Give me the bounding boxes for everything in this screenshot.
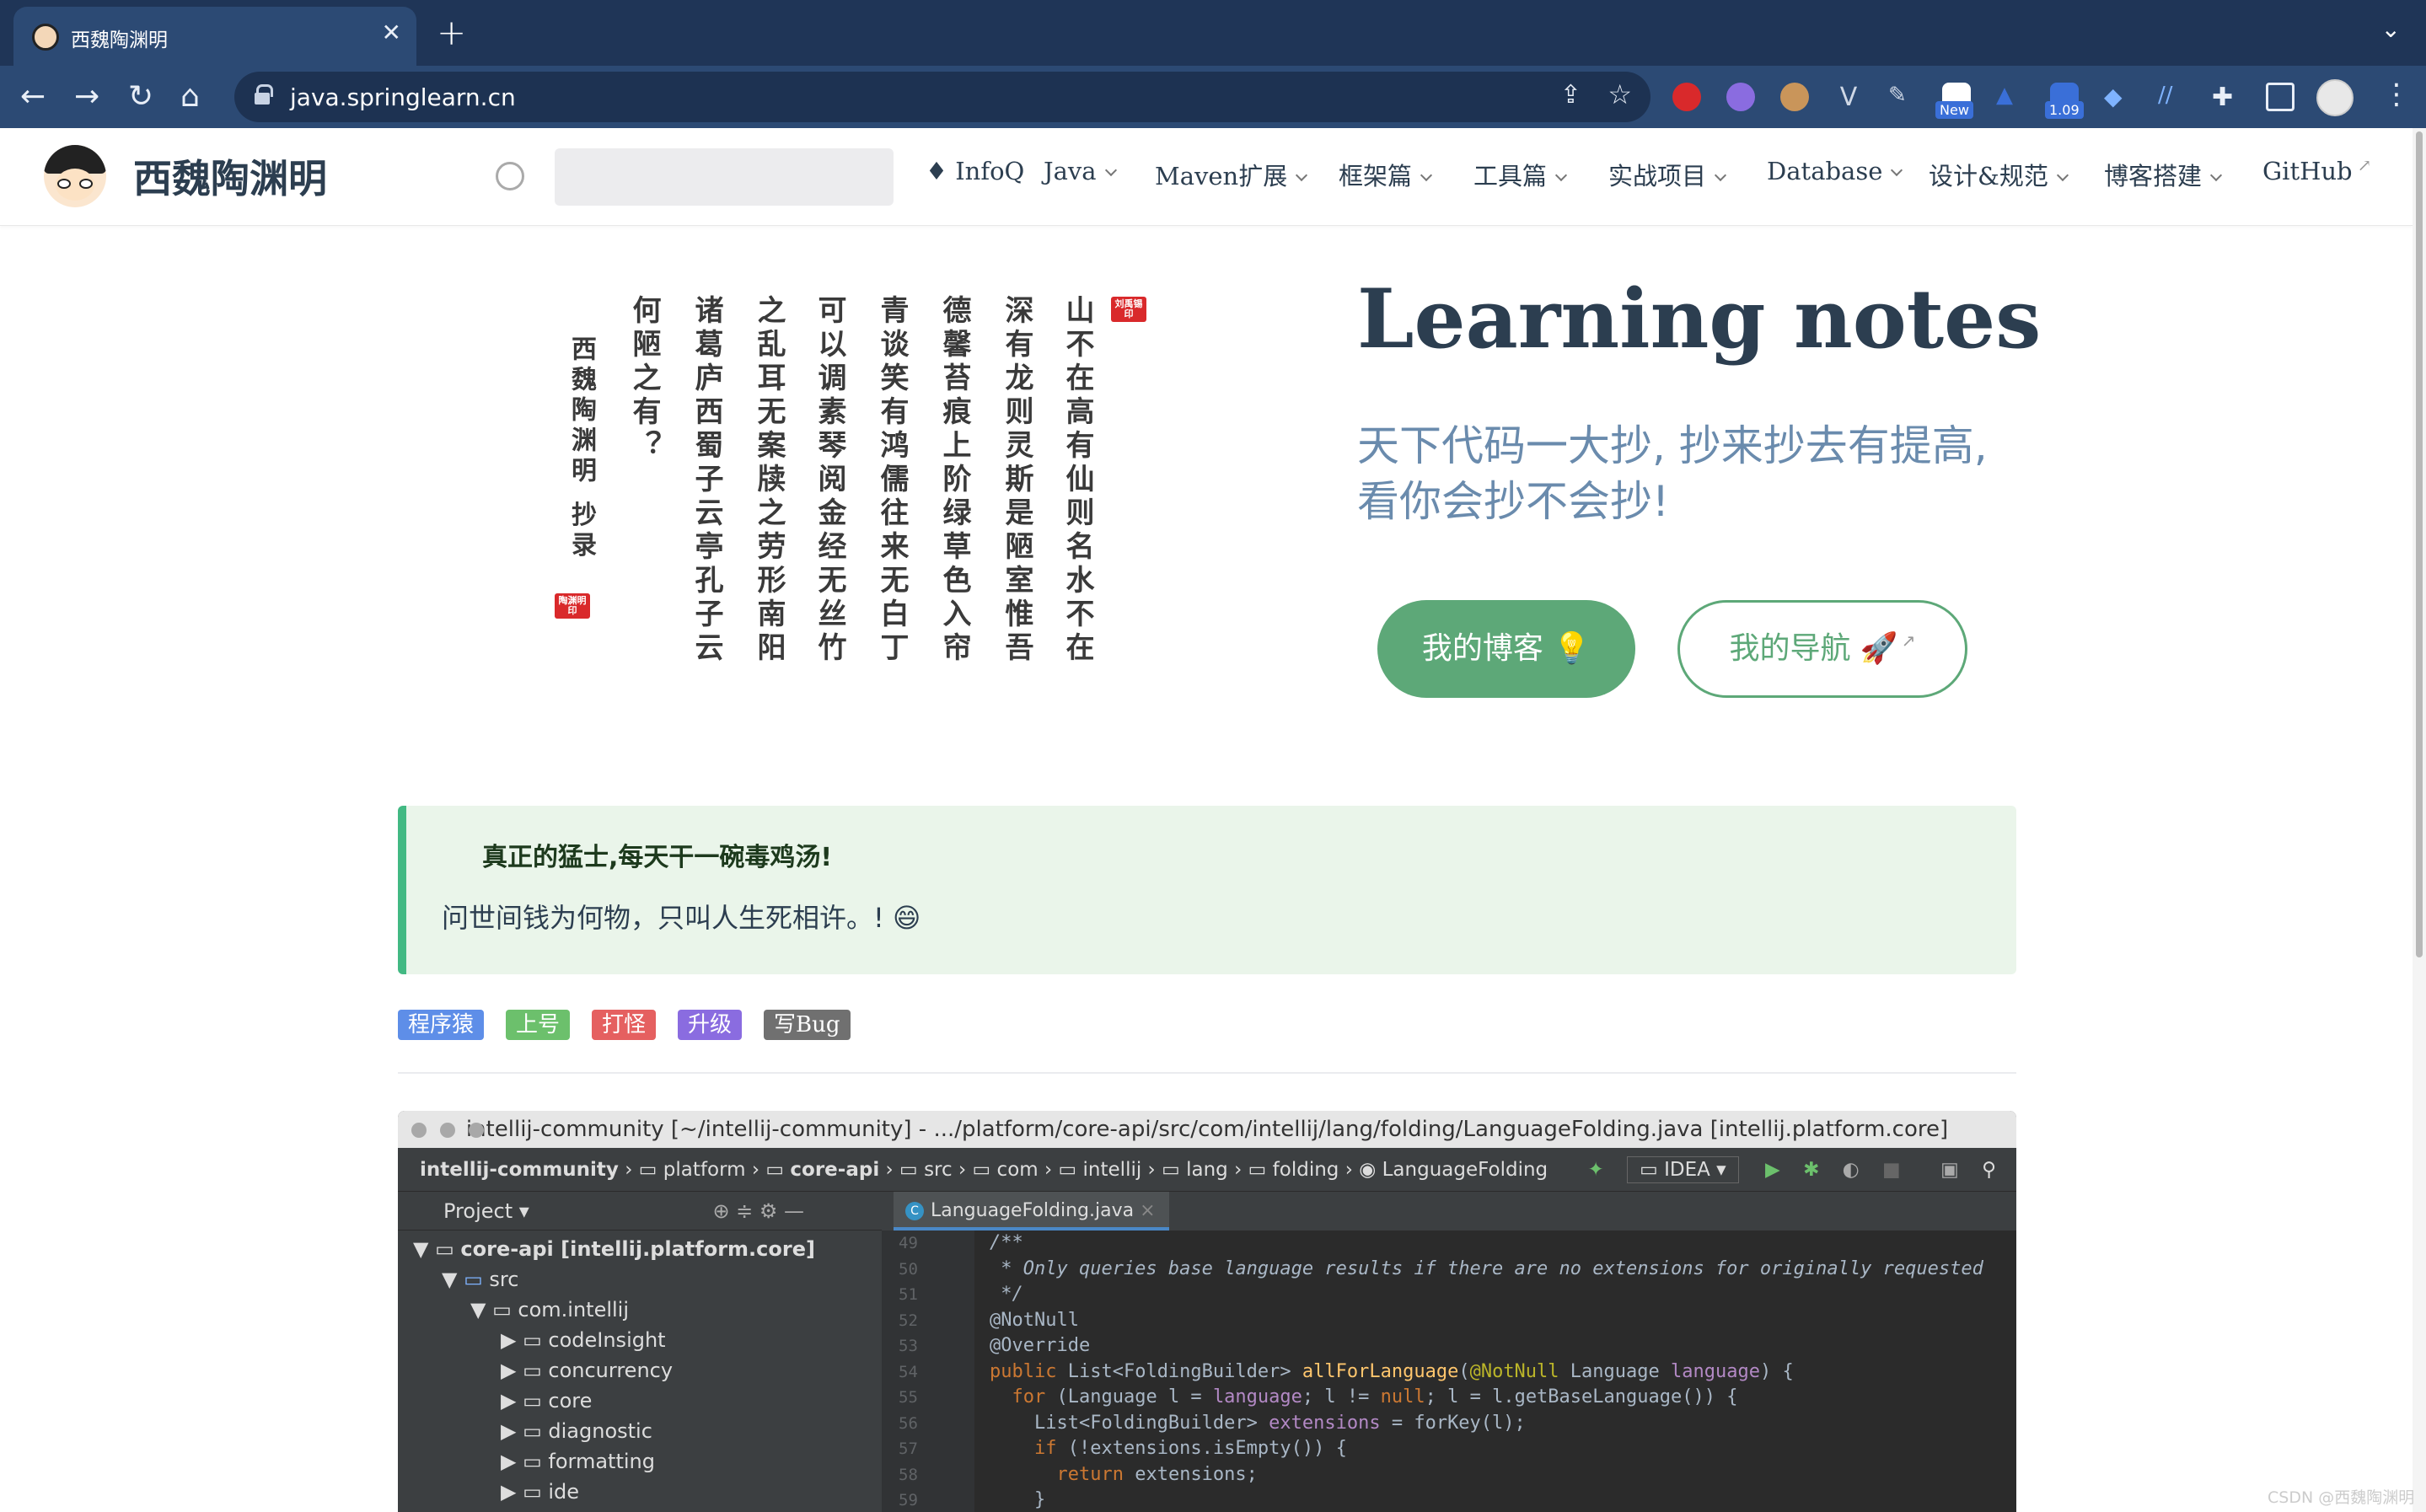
bookmark-star-icon[interactable]: ☆ [1607,78,1632,110]
new-tab-button[interactable]: + [437,12,466,53]
hero-subtitle: 天下代码一大抄, 抄来抄去有提高, 看你会抄不会抄! [1357,421,1988,526]
hero-title: Learning notes [1357,271,2042,367]
chevron-down-icon [1296,169,1308,182]
tag-badge: 写Bug [764,1010,851,1040]
poem-column: 之乱耳无案牍之劳形南阳 [752,295,786,666]
tag-badge: 上号 [506,1010,571,1040]
lock-icon[interactable] [255,84,273,105]
chevron-down-icon [2056,169,2069,182]
extension-slash-icon[interactable]: // [2158,83,2187,111]
ide-line-gutter: 49 50 51 52 53 54 55 56 57 58 59 [882,1231,974,1512]
extension-icon-purple[interactable] [1726,83,1755,111]
nav-github[interactable]: GitHub ↗ [2262,155,2372,185]
nav-projects[interactable]: 实战项目 [1608,157,1727,192]
tag-badge: 升级 [678,1010,743,1040]
site-logo-avatar[interactable] [44,145,106,207]
profile-avatar[interactable] [2316,79,2354,116]
browser-tab-bar: 西魏陶渊明 ✕ + ⌄ [0,0,2426,66]
url-text[interactable]: java.springlearn.cn [290,83,516,111]
version-badge: 1.09 [2045,101,2084,119]
close-tab-icon[interactable]: ✕ [382,19,401,46]
diamond-extension-icon[interactable]: ◆ [2104,83,2133,111]
search-input[interactable] [555,148,894,206]
poem-column: 德馨苔痕上阶绿草色入帘 [937,295,971,666]
side-panel-icon[interactable] [2266,83,2295,111]
extension-mountain-icon[interactable]: ▲ [1996,83,2025,111]
address-bar[interactable]: java.springlearn.cn ⇪ ☆ [234,72,1650,122]
chevron-down-icon [1420,169,1433,182]
tag-badge: 打怪 [592,1010,657,1040]
scrollbar-thumb[interactable] [2416,131,2423,957]
my-blog-button[interactable]: 我的博客 💡 [1377,600,1635,698]
ide-editor-tabs: C LanguageFolding.java × [882,1192,2016,1231]
chevron-down-icon [2209,169,2223,182]
home-button[interactable]: ⌂ [180,79,200,114]
ide-code-editor: /** * Only queries base language results… [974,1231,2016,1512]
nav-infoq[interactable]: ♦ InfoQ [926,157,1024,185]
site-navbar: 西魏陶渊明 ♦ InfoQ Java Maven扩展 框架篇 工具篇 实战项目 … [0,128,2413,226]
forward-button[interactable]: → [74,79,99,114]
ide-screenshot-image: intellij-community [~/intellij-community… [398,1111,2016,1512]
seal-stamp-bottom: 陶渊明印 [555,593,590,619]
eyedropper-extension-icon[interactable]: ✎ [1888,83,1917,111]
chevron-down-icon [1714,169,1727,182]
theme-toggle-icon[interactable] [496,162,524,190]
poem-column: 深有龙则灵斯是陋室惟吾 [1000,295,1033,666]
nav-framework[interactable]: 框架篇 [1339,157,1433,192]
tag-badge: 程序猿 [398,1010,485,1040]
nav-java[interactable]: Java [1044,157,1117,185]
browser-tab[interactable]: 西魏陶渊明 ✕ [13,7,416,66]
vue-devtools-icon[interactable]: V [1834,83,1863,112]
favicon-icon [32,24,59,51]
nav-maven[interactable]: Maven扩展 [1155,157,1308,192]
nav-database[interactable]: Database [1767,157,1903,185]
ide-breadcrumb: intellij-community › ▭ platform › ▭ core… [398,1148,2016,1192]
external-link-icon: ↗ [2357,155,2372,175]
poem-signature: 西魏陶渊明 抄录 [566,335,596,562]
poem-column: 山不在高有仙则名水不在 [1060,295,1094,666]
csdn-watermark: CSDN @西魏陶渊明 [2268,1488,2415,1507]
browser-toolbar: ← → ↻ ⌂ java.springlearn.cn ⇪ ☆ V ✎ New … [0,66,2426,128]
poem-column: 青谈笑有鸿儒往来无白丁 [875,295,909,666]
new-badge: New [1935,101,1973,119]
seal-stamp-top: 刘禹锡印 [1111,297,1146,322]
site-title[interactable]: 西魏陶渊明 [133,148,327,204]
cookie-extension-icon[interactable] [1780,83,1809,111]
hero-calligraphy-image: 山不在高有仙则名水不在 深有龙则灵斯是陋室惟吾 德馨苔痕上阶绿草色入帘 青谈笑有… [548,295,1146,691]
content-divider [398,1072,2016,1074]
poem-column: 何陋之有？ [627,295,661,464]
chevron-down-icon [1104,164,1117,177]
adblock-extension-icon[interactable] [1672,83,1701,111]
reload-button[interactable]: ↻ [128,79,153,114]
nav-tools[interactable]: 工具篇 [1473,157,1568,192]
chevron-down-icon [1891,164,1903,177]
nav-blog-setup[interactable]: 博客搭建 [2104,157,2223,192]
tip-container: 真正的猛士,每天干一碗毒鸡汤! 问世间钱为何物，只叫人生死相许。! 😄 [398,806,2016,974]
poem-column: 可以调素琴阅金经无丝竹 [813,295,846,666]
extensions-puzzle-icon[interactable]: ✚ [2212,83,2241,112]
my-navigation-button[interactable]: 我的导航 🚀 ↗ [1677,600,1967,698]
tab-search-chevron-icon[interactable]: ⌄ [2381,15,2401,43]
ide-project-panel: Project ▾ ⊕ ≑ ⚙ — ▼ ▭ core-api [intellij… [398,1192,882,1512]
chevron-down-icon [1554,169,1568,182]
poem-column: 诸葛庐西蜀子云亭孔子云 [690,295,723,666]
tab-title: 西魏陶渊明 [71,29,168,51]
browser-menu-icon[interactable]: ⋮ [2382,78,2411,111]
back-button[interactable]: ← [20,79,46,114]
nav-design[interactable]: 设计&规范 [1929,157,2069,192]
ide-window-title: intellij-community [~/intellij-community… [398,1111,2016,1148]
tip-text: 问世间钱为何物，只叫人生死相许。! 😄 [442,902,921,934]
tip-title: 真正的猛士,每天干一碗毒鸡汤! [482,843,833,872]
share-icon[interactable]: ⇪ [1560,80,1581,110]
external-link-icon: ↗ [1901,630,1916,651]
